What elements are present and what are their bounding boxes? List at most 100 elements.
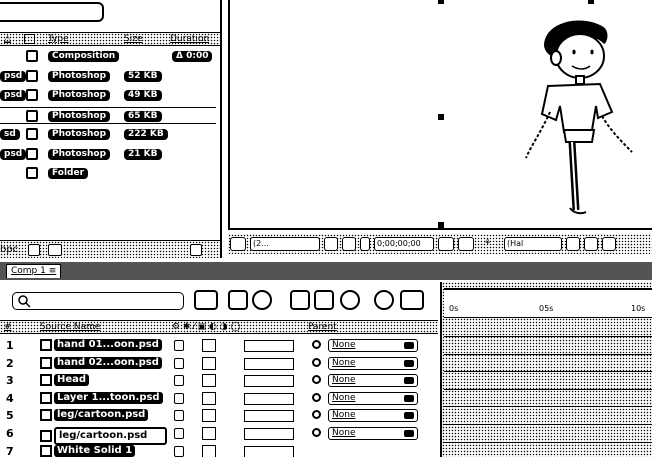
pick-whip-icon[interactable] xyxy=(312,357,321,367)
project-item-row[interactable]: Photoshop 65 KB xyxy=(0,106,216,124)
layer-source[interactable]: leg/cartoon.psd xyxy=(40,409,149,422)
lock-switch-icon[interactable] xyxy=(174,375,184,387)
layer-source[interactable]: Head xyxy=(40,374,90,387)
mask-icon[interactable] xyxy=(360,237,370,251)
pick-whip-icon[interactable] xyxy=(312,392,321,402)
layer-name[interactable]: hand 02...oon.psd xyxy=(54,356,162,369)
lock-switch-icon[interactable] xyxy=(174,445,184,457)
project-item-row[interactable]: psd Photoshop 52 KB xyxy=(0,68,216,85)
scroll-right-icon[interactable] xyxy=(190,244,202,256)
time-ruler[interactable]: 0s 05s 10s xyxy=(444,288,652,318)
item-label-swatch[interactable] xyxy=(26,89,38,101)
layer-row[interactable]: 4 Layer 1...toon.psd None xyxy=(0,390,438,407)
layer-track-bar[interactable] xyxy=(444,388,652,390)
item-label-swatch[interactable] xyxy=(26,147,38,160)
layer-source[interactable]: White Solid 1 xyxy=(40,444,136,457)
magnifier-icon[interactable] xyxy=(230,237,246,251)
zoom-dropdown[interactable]: (2... xyxy=(250,237,320,251)
frame-blending-icon[interactable] xyxy=(314,290,334,310)
viewer-canvas[interactable] xyxy=(228,0,652,230)
item-label-swatch[interactable] xyxy=(26,167,38,179)
layer-track-bar[interactable] xyxy=(444,353,652,355)
layer-source[interactable]: hand 01...oon.psd xyxy=(40,339,162,351)
lock-switch-icon[interactable] xyxy=(174,428,184,439)
lock-switch-icon[interactable] xyxy=(174,357,184,369)
comp-settings-icon[interactable] xyxy=(400,290,424,310)
draft-3d-icon[interactable] xyxy=(228,290,248,310)
bpc-label[interactable]: bpc xyxy=(0,244,18,255)
layer-switch-boxes[interactable] xyxy=(244,375,294,388)
layer-source[interactable]: hand 02...oon.psd xyxy=(40,356,162,369)
timecode-display[interactable]: 0;00;00;00 xyxy=(374,237,434,251)
bbox-handle-bottom-left[interactable] xyxy=(438,222,444,228)
transparency-grid-icon[interactable] xyxy=(584,237,598,251)
lock-switch-icon[interactable] xyxy=(174,392,184,404)
grid-icon[interactable] xyxy=(324,237,338,251)
layer-row[interactable]: 7 White Solid 1 xyxy=(0,443,438,457)
column-parent[interactable]: Parent xyxy=(308,322,337,332)
color-channel-icon[interactable]: ⚘ xyxy=(482,237,496,251)
bbox-handle-top-right[interactable] xyxy=(588,0,594,4)
parent-dropdown[interactable]: None xyxy=(328,374,418,388)
comp-mini-flowchart-icon[interactable] xyxy=(194,290,218,310)
layer-switch-boxes[interactable] xyxy=(244,357,294,370)
layer-name[interactable]: White Solid 1 xyxy=(54,444,136,457)
layer-name[interactable]: leg/cartoon.psd xyxy=(54,409,149,422)
quality-switch-icon[interactable] xyxy=(202,374,216,388)
quality-switch-icon[interactable] xyxy=(202,391,216,405)
brainstorm-icon[interactable] xyxy=(374,290,394,310)
trash-icon[interactable] xyxy=(28,244,40,256)
lock-switch-icon[interactable] xyxy=(174,410,184,422)
layer-name[interactable]: Layer 1...toon.psd xyxy=(54,391,163,404)
bbox-handle-left[interactable] xyxy=(438,114,444,120)
parent-dropdown[interactable]: None xyxy=(328,391,418,405)
layer-row[interactable]: 3 Head None xyxy=(0,372,438,389)
layer-track-bar[interactable] xyxy=(444,406,652,408)
view-layout-icon[interactable] xyxy=(602,237,616,251)
parent-dropdown[interactable]: None xyxy=(328,409,418,423)
item-label-swatch[interactable] xyxy=(26,128,38,140)
project-item-row[interactable]: Folder xyxy=(0,165,216,182)
sort-triangle-icon[interactable]: △ xyxy=(4,34,11,44)
quality-switch-icon[interactable] xyxy=(202,356,216,370)
layer-track-bar[interactable] xyxy=(444,424,652,425)
layer-source[interactable]: Layer 1...toon.psd xyxy=(40,391,163,404)
region-of-interest-icon[interactable] xyxy=(566,237,580,251)
project-item-row[interactable]: psd Photoshop 21 KB xyxy=(0,146,216,163)
bbox-handle-top[interactable] xyxy=(438,0,444,4)
project-item-row[interactable]: sd Photoshop 222 KB xyxy=(0,126,216,143)
layer-name[interactable]: Head xyxy=(54,374,90,387)
resolution-dropdown[interactable]: (Hal xyxy=(504,237,562,251)
item-label-swatch[interactable] xyxy=(26,69,38,82)
layer-row[interactable]: 6 leg/cartoon.psd None xyxy=(0,425,438,445)
layer-switch-boxes[interactable] xyxy=(244,445,294,457)
layer-row[interactable]: 5 leg/cartoon.psd None xyxy=(0,407,438,424)
layer-switch-boxes[interactable] xyxy=(244,428,294,440)
quality-switch-icon[interactable] xyxy=(202,427,216,440)
layer-search-input[interactable] xyxy=(12,292,184,310)
quality-switch-icon[interactable] xyxy=(202,444,216,457)
column-size[interactable]: Size xyxy=(124,34,142,44)
layer-track-bar[interactable] xyxy=(444,371,652,373)
layer-switch-boxes[interactable] xyxy=(244,392,294,405)
layer-switch-boxes[interactable] xyxy=(244,410,294,423)
layer-row[interactable]: 2 hand 02...oon.psd None xyxy=(0,355,438,372)
layer-name[interactable]: hand 01...oon.psd xyxy=(54,339,162,351)
pick-whip-icon[interactable] xyxy=(312,428,321,437)
pick-whip-icon[interactable] xyxy=(312,375,321,385)
column-layer-number[interactable]: # xyxy=(4,322,12,332)
motion-blur-icon[interactable] xyxy=(252,290,272,310)
layer-switch-boxes[interactable] xyxy=(244,340,294,352)
quality-switch-icon[interactable] xyxy=(202,339,216,352)
pick-whip-icon[interactable] xyxy=(312,340,321,349)
project-search-input[interactable] xyxy=(0,2,104,22)
item-label-swatch[interactable] xyxy=(26,50,38,62)
item-label-swatch[interactable] xyxy=(26,109,38,122)
layer-track-bar[interactable] xyxy=(444,336,652,337)
graph-editor-icon[interactable] xyxy=(340,290,360,310)
parent-dropdown[interactable]: None xyxy=(328,339,418,352)
scroll-left-icon[interactable] xyxy=(48,244,62,256)
layer-track-bar[interactable] xyxy=(444,441,652,443)
quality-switch-icon[interactable] xyxy=(202,409,216,423)
project-item-row[interactable]: Composition Δ 0:00 xyxy=(0,48,216,65)
